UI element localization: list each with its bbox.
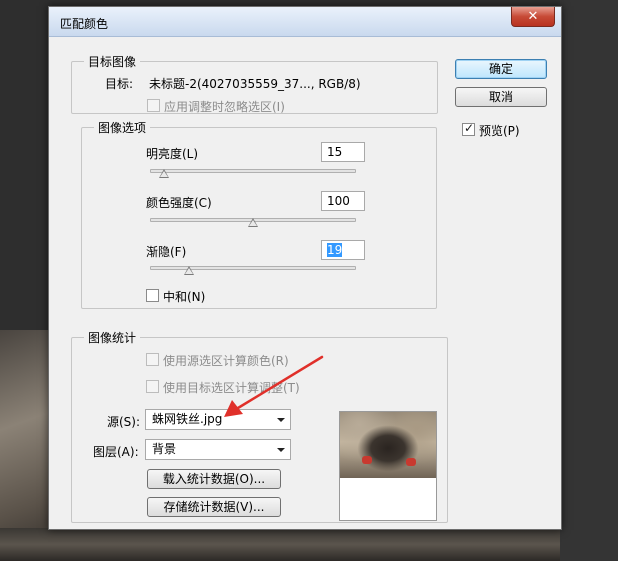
color-intensity-value: 100 — [327, 194, 350, 208]
source-value: 蛛网铁丝.jpg — [152, 412, 223, 426]
luminance-input[interactable]: 15 — [321, 142, 365, 162]
luminance-value: 15 — [327, 145, 343, 159]
preview-detail — [362, 456, 372, 464]
source-select[interactable]: 蛛网铁丝.jpg — [145, 409, 291, 430]
source-label: 源(S): — [107, 415, 141, 429]
luminance-slider[interactable] — [150, 169, 356, 173]
target-image-group-label: 目标图像 — [84, 53, 141, 70]
preview-checkbox[interactable]: ✓ — [462, 121, 475, 136]
checkmark-icon: ✓ — [464, 121, 475, 135]
ignore-selection-label: 应用调整时忽略选区(I) — [164, 100, 285, 114]
use-target-selection-label: 使用目标选区计算调整(T) — [163, 381, 300, 395]
source-preview-image — [340, 412, 436, 478]
chevron-down-icon — [277, 448, 285, 452]
color-intensity-slider-thumb[interactable] — [248, 218, 258, 227]
image-options-group-label: 图像选项 — [94, 119, 151, 136]
image-statistics-group-label: 图像统计 — [84, 329, 141, 346]
source-preview-thumbnail — [339, 411, 437, 521]
fade-label: 渐隐(F) — [146, 245, 187, 259]
neutralize-label: 中和(N) — [163, 290, 206, 304]
fade-value: 19 — [327, 243, 343, 257]
ok-button[interactable]: 确定 — [455, 59, 547, 79]
close-button[interactable]: ✕ — [511, 7, 555, 27]
fade-input[interactable]: 19 — [321, 240, 365, 260]
target-value: 未标题-2(4027035559_37..., RGB/8) — [149, 77, 361, 91]
layer-value: 背景 — [152, 442, 177, 456]
neutralize-checkbox[interactable] — [146, 289, 159, 302]
cancel-button[interactable]: 取消 — [455, 87, 547, 107]
preview-label: 预览(P) — [479, 124, 520, 138]
use-source-selection-label: 使用源选区计算颜色(R) — [163, 354, 289, 368]
use-source-selection-checkbox[interactable] — [146, 353, 159, 366]
save-statistics-button[interactable]: 存储统计数据(V)... — [147, 497, 281, 517]
use-target-selection-checkbox[interactable] — [146, 380, 159, 393]
fade-slider[interactable] — [150, 266, 356, 270]
luminance-slider-thumb[interactable] — [159, 169, 170, 178]
color-intensity-label: 颜色强度(C) — [146, 196, 212, 210]
layer-label: 图层(A): — [93, 445, 139, 459]
chevron-down-icon — [277, 418, 285, 422]
dialog-title: 匹配颜色 — [60, 17, 109, 31]
match-color-dialog: 匹配颜色 ✕ 目标图像 目标: 未标题-2(4027035559_37..., … — [48, 6, 562, 530]
luminance-label: 明亮度(L) — [146, 147, 199, 161]
title-bar[interactable]: 匹配颜色 ✕ — [49, 7, 561, 37]
background-rock — [0, 330, 55, 561]
background-bottom — [0, 528, 560, 561]
fade-slider-thumb[interactable] — [184, 266, 195, 275]
color-intensity-input[interactable]: 100 — [321, 191, 365, 211]
ignore-selection-checkbox[interactable] — [147, 99, 160, 112]
background-right — [560, 0, 618, 561]
layer-select[interactable]: 背景 — [145, 439, 291, 460]
close-icon: ✕ — [527, 9, 539, 24]
load-statistics-button[interactable]: 载入统计数据(O)... — [147, 469, 281, 489]
target-label: 目标: — [105, 77, 134, 91]
preview-detail — [406, 458, 416, 466]
